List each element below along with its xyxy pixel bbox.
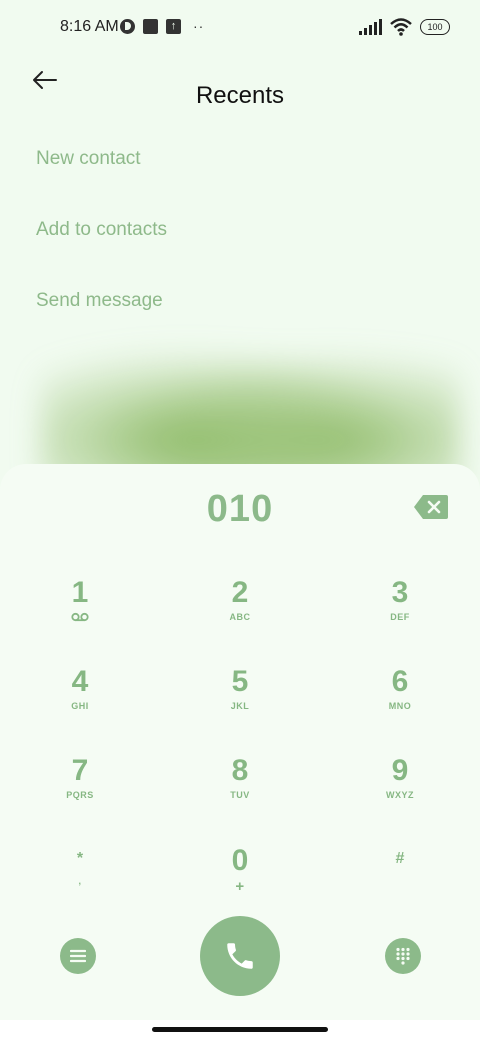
dialpad-toggle-button[interactable] xyxy=(385,938,421,974)
key-letters: PQRS xyxy=(66,790,94,800)
key-digit: 8 xyxy=(231,754,249,787)
key-digit: 3 xyxy=(391,576,409,609)
key-letters: JKL xyxy=(230,701,250,711)
dialpad-panel: 010 1 2 ABC 3 DEF 4 GHI 5 JKL 6 MNO 7 PQ… xyxy=(0,464,480,1020)
key-letters: GHI xyxy=(71,701,89,711)
signal-icon xyxy=(359,19,382,35)
key-3[interactable]: 3 DEF xyxy=(340,576,460,656)
wifi-icon xyxy=(390,18,412,36)
backspace-button[interactable] xyxy=(413,494,449,520)
battery-icon: 100 xyxy=(420,19,450,35)
notification-icons: ↑ ·· xyxy=(120,18,204,34)
home-indicator[interactable] xyxy=(152,1027,328,1032)
status-time: 8:16 AM xyxy=(60,18,119,35)
system-icons: 100 xyxy=(359,18,450,36)
page-title: Recents xyxy=(195,82,285,110)
key-7[interactable]: 7 PQRS xyxy=(20,754,140,834)
key-letters: + xyxy=(235,878,245,895)
send-message-button[interactable]: Send message xyxy=(36,290,163,312)
add-to-contacts-button[interactable]: Add to contacts xyxy=(36,219,167,241)
key-digit: 5 xyxy=(231,665,249,698)
key-6[interactable]: 6 MNO xyxy=(340,665,460,745)
key-letters: MNO xyxy=(388,701,412,711)
key-0[interactable]: 0 + xyxy=(180,844,300,924)
key-8[interactable]: 8 TUV xyxy=(180,754,300,834)
call-button[interactable] xyxy=(200,916,280,996)
dialpad-icon xyxy=(396,947,410,965)
key-letters: DEF xyxy=(390,612,410,622)
key-letters: ABC xyxy=(229,612,251,622)
key-digit: 6 xyxy=(391,665,409,698)
key-digit: # xyxy=(395,850,405,867)
key-letters: TUV xyxy=(230,790,250,800)
key-5[interactable]: 5 JKL xyxy=(180,665,300,745)
key-digit: 4 xyxy=(71,665,89,698)
key-digit: 9 xyxy=(391,754,409,787)
app-notification-icon xyxy=(120,18,135,34)
key-2[interactable]: 2 ABC xyxy=(180,576,300,656)
voicemail-icon xyxy=(71,612,89,622)
key-letters: WXYZ xyxy=(386,790,414,800)
key-9[interactable]: 9 WXYZ xyxy=(340,754,460,834)
status-bar: 8:16 AM ↑ ·· 100 xyxy=(0,0,480,56)
key-digit: 2 xyxy=(231,576,249,609)
square-notification-icon xyxy=(143,18,158,34)
key-4[interactable]: 4 GHI xyxy=(20,665,140,745)
upload-notification-icon: ↑ xyxy=(166,18,181,34)
menu-button[interactable] xyxy=(60,938,96,974)
key-digit: 0 xyxy=(231,844,249,877)
more-notifications-icon: ·· xyxy=(193,18,205,34)
menu-icon xyxy=(70,949,86,963)
key-star[interactable]: * , xyxy=(20,844,140,924)
key-hash[interactable]: # xyxy=(340,844,460,924)
dialed-number: 010 xyxy=(206,488,274,530)
key-digit: 7 xyxy=(71,754,89,787)
key-1[interactable]: 1 xyxy=(20,576,140,656)
phone-icon xyxy=(227,943,253,969)
key-letters: , xyxy=(78,876,82,886)
backspace-icon xyxy=(414,495,448,519)
key-digit: * xyxy=(76,850,84,867)
key-digit: 1 xyxy=(71,576,89,609)
new-contact-button[interactable]: New contact xyxy=(36,148,141,170)
